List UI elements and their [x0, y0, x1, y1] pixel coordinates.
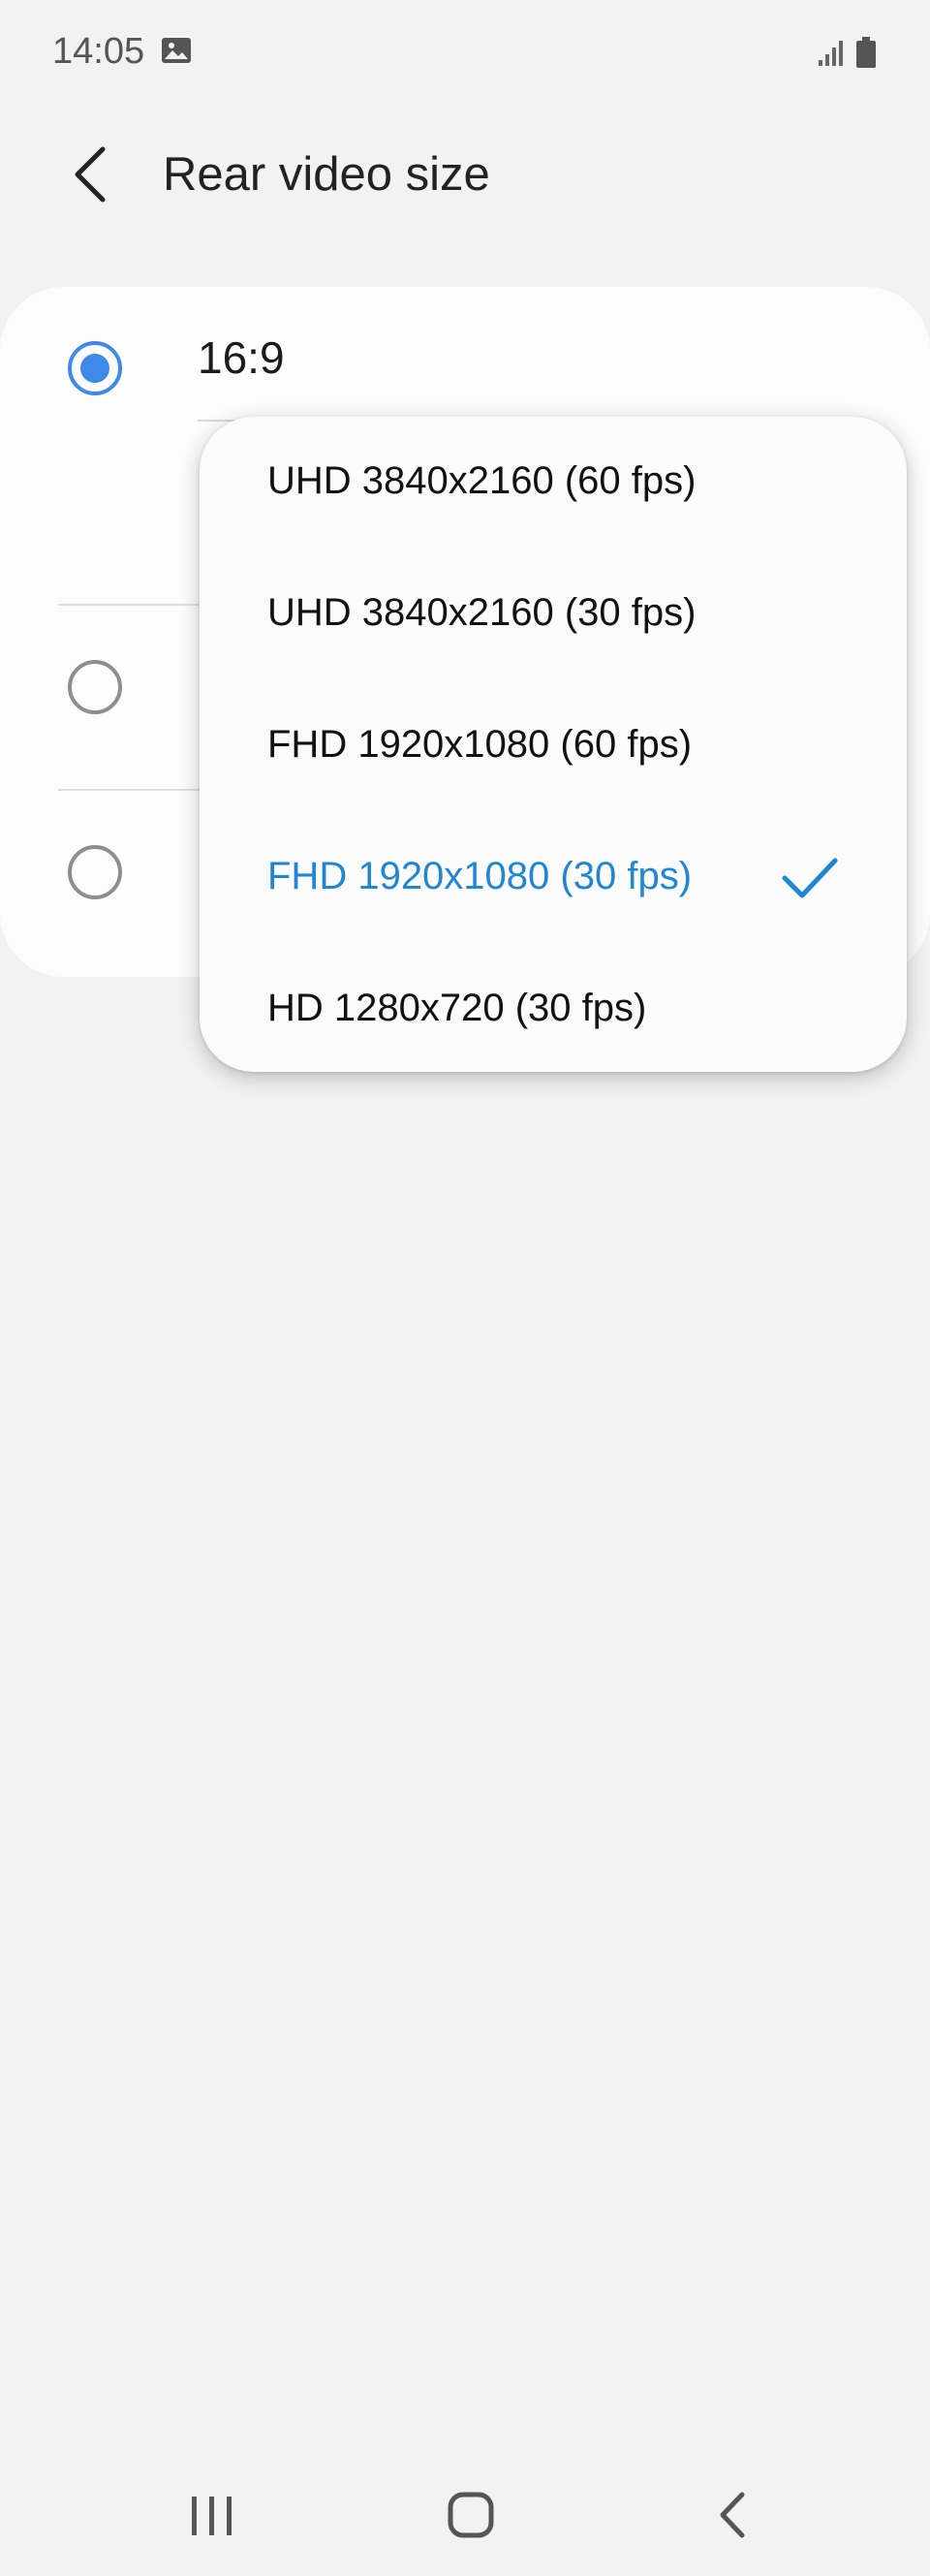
battery-icon — [856, 37, 876, 68]
video-size-dropdown: UHD 3840x2160 (60 fps) UHD 3840x2160 (30… — [200, 417, 907, 1072]
dropdown-item-label: UHD 3840x2160 (30 fps) — [267, 591, 697, 634]
page-title: Rear video size — [163, 148, 490, 201]
dropdown-item-uhd-30[interactable]: UHD 3840x2160 (30 fps) — [200, 549, 907, 680]
dropdown-item-label: HD 1280x720 (30 fps) — [267, 987, 647, 1029]
status-time: 14:05 — [52, 31, 145, 72]
image-icon — [162, 38, 191, 63]
radio-aspect-option-2[interactable] — [68, 660, 122, 714]
dropdown-item-fhd-60[interactable]: FHD 1920x1080 (60 fps) — [200, 680, 907, 812]
dropdown-item-uhd-60[interactable]: UHD 3840x2160 (60 fps) — [200, 417, 907, 549]
back-icon — [720, 2492, 745, 2538]
radio-aspect-16-9[interactable] — [68, 341, 122, 395]
chevron-left-icon — [75, 146, 106, 203]
back-button[interactable] — [58, 136, 126, 213]
dropdown-item-label: FHD 1920x1080 (30 fps) — [267, 855, 693, 897]
nav-back-button[interactable] — [684, 2471, 781, 2559]
home-icon — [448, 2492, 494, 2538]
home-button[interactable] — [422, 2471, 519, 2559]
dropdown-item-fhd-30[interactable]: FHD 1920x1080 (30 fps) — [200, 812, 907, 944]
navigation-bar — [0, 2452, 930, 2576]
recent-apps-icon — [192, 2497, 232, 2535]
dropdown-item-label: UHD 3840x2160 (60 fps) — [267, 459, 697, 502]
dropdown-item-label: FHD 1920x1080 (60 fps) — [267, 723, 693, 766]
status-bar: 14:05 — [0, 0, 930, 107]
radio-aspect-option-3[interactable] — [68, 845, 122, 899]
dropdown-item-hd-30[interactable]: HD 1280x720 (30 fps) — [200, 944, 907, 1076]
aspect-option-label: 16:9 — [198, 332, 285, 383]
check-icon — [782, 858, 838, 898]
recent-apps-button[interactable] — [163, 2471, 260, 2559]
signal-icon — [819, 41, 843, 66]
